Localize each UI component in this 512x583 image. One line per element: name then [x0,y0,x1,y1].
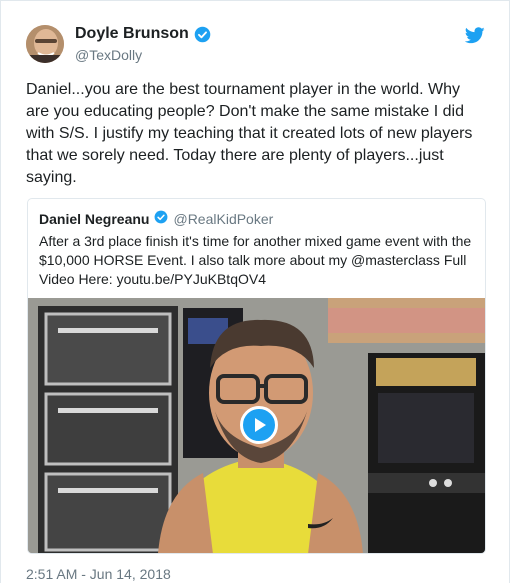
video-thumbnail[interactable] [28,298,485,553]
author-name-row[interactable]: Doyle Brunson [75,25,211,43]
verified-badge-icon [154,210,168,227]
tweet-card: Doyle Brunson @TexDolly Daniel...you are… [0,0,510,583]
tweet-timestamp[interactable]: 2:51 AM - Jun 14, 2018 [26,566,171,582]
verified-badge-icon [194,26,211,43]
quoted-text: After a 3rd place finish it's time for a… [39,233,472,287]
avatar[interactable] [26,25,64,63]
author-display-name[interactable]: Doyle Brunson [75,25,189,43]
quoted-author-row: Daniel Negreanu @RealKidPoker [39,210,273,227]
twitter-bird-icon[interactable] [464,27,485,49]
play-icon[interactable] [240,406,278,444]
tweet-text: Daniel...you are the best tournament pla… [26,81,473,186]
quoted-handle: @RealKidPoker [173,210,274,227]
author-handle[interactable]: @TexDolly [75,47,142,63]
quoted-tweet[interactable]: Daniel Negreanu @RealKidPoker After a 3r… [27,198,486,554]
quoted-display-name: Daniel Negreanu [39,210,150,227]
